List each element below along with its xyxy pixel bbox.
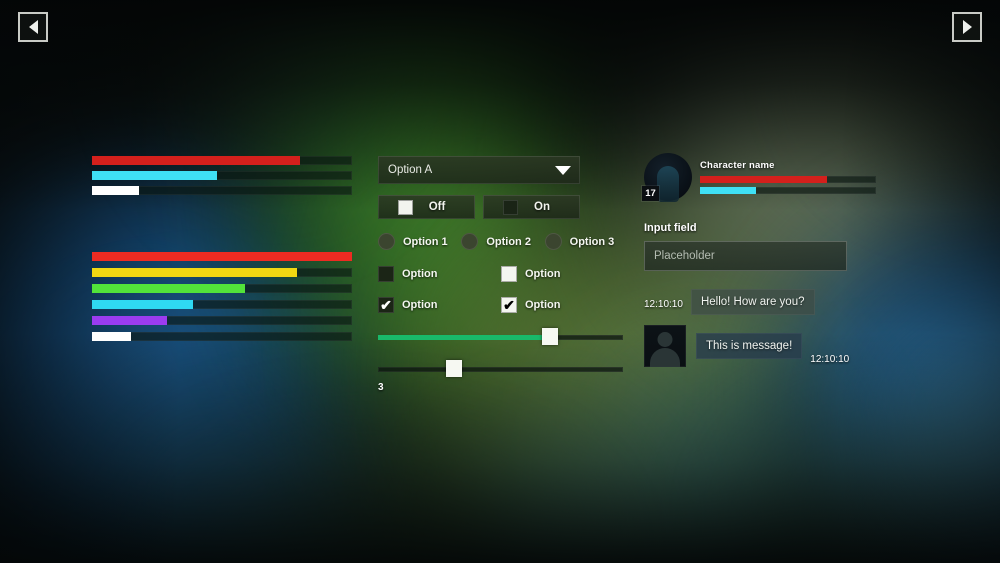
checkbox-icon <box>378 266 394 282</box>
bar-red-bar <box>92 252 352 261</box>
text-input[interactable]: Placeholder <box>644 241 847 271</box>
character-mana-fill <box>700 187 757 194</box>
bar-yellow-fill <box>92 268 298 277</box>
radio-circle-icon <box>461 233 479 250</box>
toggle-on-button[interactable]: On <box>483 195 580 219</box>
radio-option-2[interactable]: Option 2 <box>461 233 544 250</box>
chat-message-incoming: 12:10:10 Hello! How are you? <box>644 289 874 319</box>
toggle-button-group: Off On <box>378 195 628 219</box>
toggle-on-indicator <box>503 199 518 215</box>
chevron-down-icon <box>555 166 571 175</box>
slider-green-handle[interactable] <box>541 328 558 345</box>
person-head-icon <box>657 332 673 347</box>
person-body-icon <box>650 348 680 367</box>
bar-white-fill <box>92 332 131 341</box>
slider-plain-value: 3 <box>378 382 384 393</box>
chat-timestamp: 12:10:10 <box>810 354 850 365</box>
chat-log: 12:10:10 Hello! How are you? This is mes… <box>644 289 874 367</box>
radio-circle-icon <box>544 233 562 250</box>
bar-yellow-bar <box>92 268 352 277</box>
radio-option-1-label: Option 1 <box>403 235 448 248</box>
toggle-off-label: Off <box>428 201 446 213</box>
controls-panel: Option A Off On Option 1 Option 2 Option… <box>378 156 628 393</box>
next-button[interactable] <box>952 12 982 42</box>
radio-option-2-label: Option 2 <box>486 235 531 248</box>
chat-avatar[interactable] <box>644 325 686 367</box>
checkbox-dark-unchecked[interactable]: Option <box>378 266 501 282</box>
checkbox-light-unchecked[interactable]: Option <box>501 266 624 282</box>
slider-plain[interactable] <box>378 360 628 378</box>
checkbox-light-checked[interactable]: ✔ Option <box>501 297 624 313</box>
dropdown-select[interactable]: Option A <box>378 156 580 184</box>
chat-message-outgoing: This is message! 12:10:10 <box>644 325 874 367</box>
slider-green-track[interactable] <box>378 335 623 340</box>
checkbox-dark-unchecked-label: Option <box>402 268 438 280</box>
toggle-off-indicator <box>398 199 413 215</box>
chevron-left-icon <box>28 20 38 34</box>
health-fill <box>92 156 300 165</box>
stamina-bar <box>92 186 352 195</box>
checkbox-icon <box>501 266 517 282</box>
toggle-off-button[interactable]: Off <box>378 195 475 219</box>
person-silhouette-icon <box>657 166 679 202</box>
bar-cyan-bar <box>92 300 352 309</box>
stamina-fill <box>92 186 139 195</box>
bar-red-fill <box>92 252 352 261</box>
health-bar <box>92 156 352 165</box>
slider-plain-track[interactable] <box>378 367 623 372</box>
radio-option-3-label: Option 3 <box>569 235 615 248</box>
status-bars-top <box>92 156 352 201</box>
status-bars-main <box>92 252 352 348</box>
checkmark-icon: ✔ <box>378 297 394 313</box>
ui-screen: Option A Off On Option 1 Option 2 Option… <box>0 0 1000 563</box>
bar-purple-bar <box>92 316 352 325</box>
character-health-fill <box>700 176 827 183</box>
character-info: Character name <box>700 153 876 198</box>
chat-bubble[interactable]: Hello! How are you? <box>690 289 815 315</box>
mana-bar <box>92 171 352 180</box>
bar-cyan-fill <box>92 300 194 309</box>
bar-white-bar <box>92 332 352 341</box>
character-mana-bar <box>700 187 876 194</box>
character-panel: 17 Character name Input field Placeholde… <box>642 153 876 367</box>
slider-plain-handle[interactable] <box>445 360 462 377</box>
checkbox-light-checked-label: Option <box>525 299 561 311</box>
dropdown-selected-label: Option A <box>388 164 433 176</box>
checkbox-group: Option Option ✔ Option ✔ Option <box>378 266 628 313</box>
radio-group: Option 1 Option 2 Option 3 <box>378 233 628 250</box>
bar-green-fill <box>92 284 246 293</box>
level-badge: 17 <box>642 186 659 201</box>
toggle-on-label: On <box>534 201 550 213</box>
previous-button[interactable] <box>18 12 48 42</box>
chevron-right-icon <box>962 20 972 34</box>
bar-green-bar <box>92 284 352 293</box>
checkmark-icon: ✔ <box>501 297 517 313</box>
input-field-label: Input field <box>644 222 697 234</box>
checkbox-dark-checked[interactable]: ✔ Option <box>378 297 501 313</box>
text-input-placeholder: Placeholder <box>654 250 715 262</box>
slider-green-fill <box>378 335 550 340</box>
chat-bubble[interactable]: This is message! <box>696 333 803 359</box>
checkbox-light-unchecked-label: Option <box>525 268 561 280</box>
radio-circle-icon <box>378 233 395 250</box>
avatar[interactable]: 17 <box>642 153 692 202</box>
character-name: Character name <box>700 160 775 171</box>
checkbox-dark-checked-label: Option <box>402 299 438 311</box>
chat-timestamp: 12:10:10 <box>644 298 683 310</box>
radio-option-3[interactable]: Option 3 <box>544 233 628 250</box>
radio-option-1[interactable]: Option 1 <box>378 233 461 250</box>
character-row: 17 Character name <box>642 153 876 202</box>
mana-fill <box>92 171 217 180</box>
slider-green[interactable] <box>378 328 628 346</box>
bar-purple-fill <box>92 316 168 325</box>
character-health-bar <box>700 176 876 183</box>
